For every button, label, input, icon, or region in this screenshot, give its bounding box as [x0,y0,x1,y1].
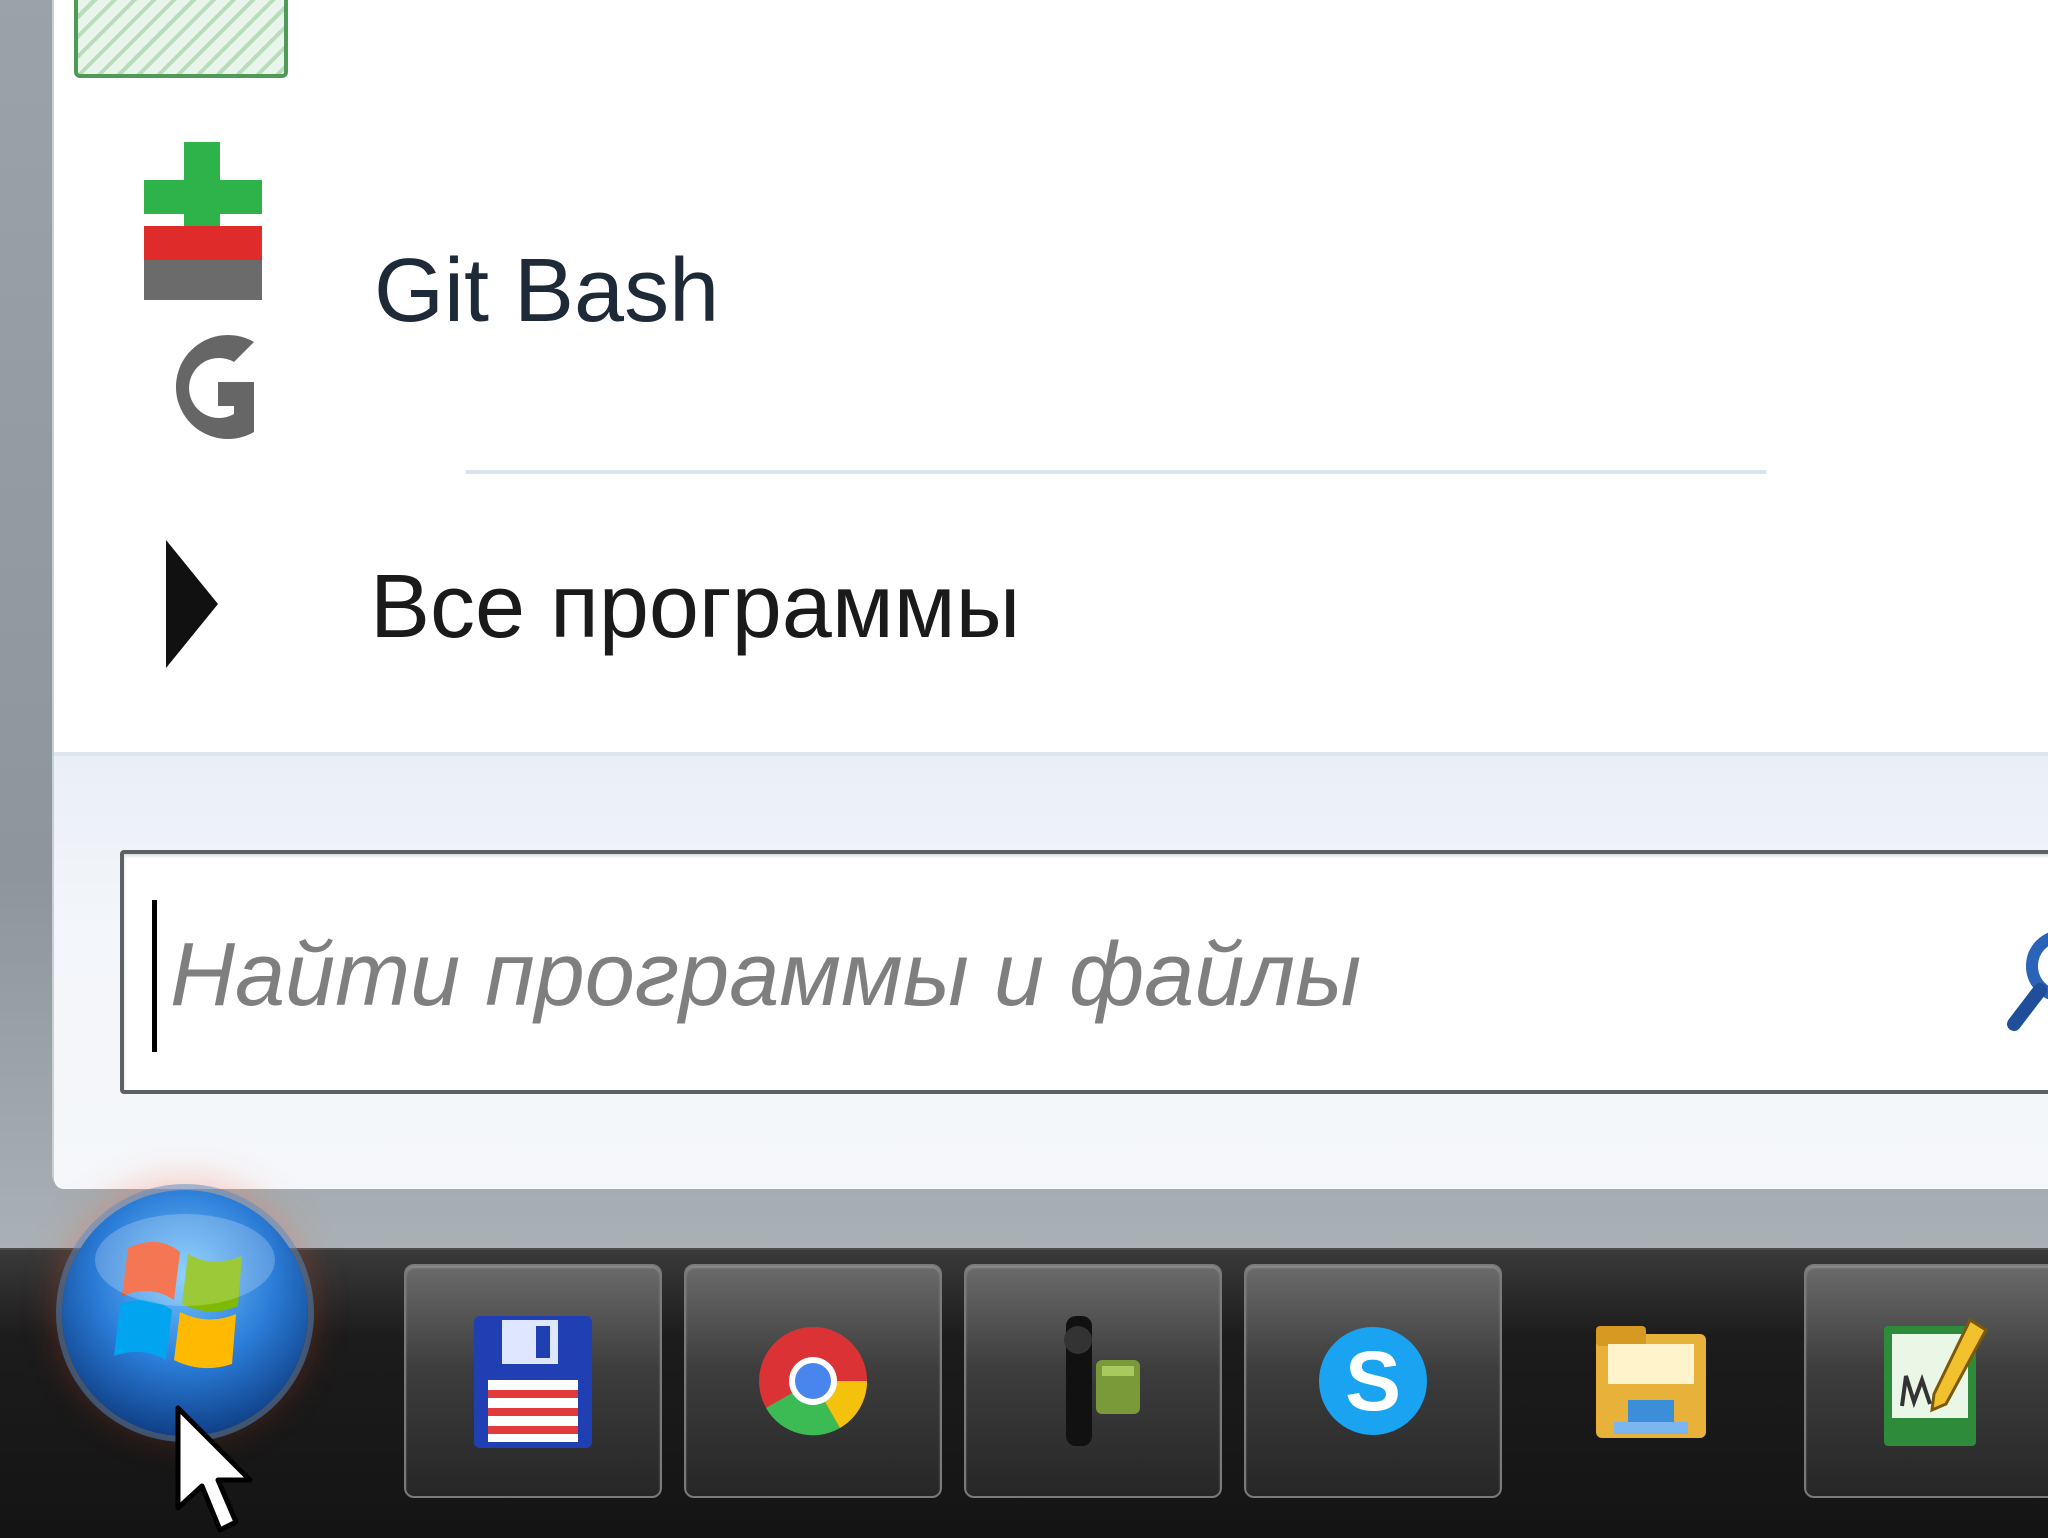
all-programs-button[interactable]: Все программы [114,520,1914,690]
floppy-disk-icon [474,1316,592,1448]
taskbar-button-android-tool[interactable] [964,1264,1222,1498]
triangle-right-icon [166,540,218,668]
search-box[interactable] [120,850,2048,1094]
taskbar-button-save-app[interactable] [404,1264,662,1498]
programs-list: Git Bash Все программы [54,0,2048,752]
windows-start-orb[interactable] [62,1190,308,1436]
all-programs-label: Все программы [370,557,1021,657]
search-area [54,752,2048,1189]
svg-text:S: S [1345,1334,1401,1428]
taskbar-button-skype[interactable]: S [1244,1264,1502,1498]
search-icon[interactable] [2004,920,2048,1040]
program-label: Git Bash [374,241,720,341]
start-menu-panel: Git Bash Все программы [52,0,2048,1189]
mouse-cursor-icon [175,1405,253,1533]
search-input[interactable] [168,884,1922,1066]
text-caret [152,900,157,1052]
taskbar-button-chrome[interactable] [684,1264,942,1498]
program-item-git-bash[interactable]: Git Bash [94,120,1894,450]
notepad-pen-icon [1884,1317,1988,1446]
chrome-icon [759,1327,868,1436]
start-menu-frame: Git Bash Все программы [0,0,2048,1248]
folder-icon [1596,1326,1706,1438]
menu-separator [466,470,1766,474]
taskbar-button-explorer[interactable] [1524,1264,1778,1494]
android-tool-icon [1064,1316,1140,1446]
taskbar-button-editor[interactable] [1804,1264,2048,1498]
skype-icon: S [1319,1327,1427,1435]
program-icon-partial[interactable] [74,0,288,78]
windows-logo-icon [95,1214,275,1369]
git-bash-icon [144,142,262,439]
